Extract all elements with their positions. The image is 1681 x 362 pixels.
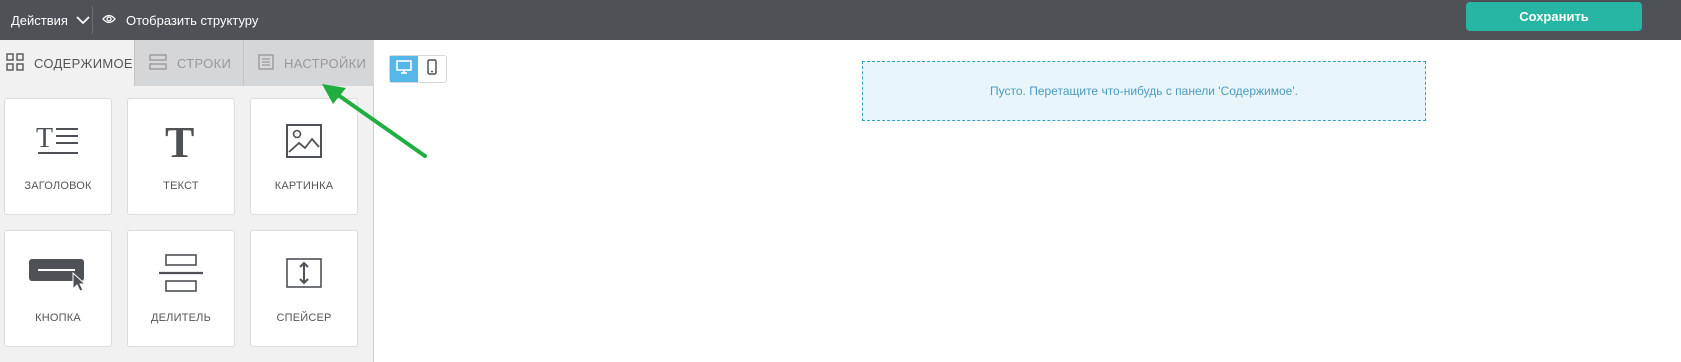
actions-label: Действия (11, 12, 68, 28)
content-tile-image[interactable]: КАРТИНКА (250, 98, 358, 215)
content-tile-button[interactable]: КНОПКА (4, 230, 112, 347)
tab-content[interactable]: СОДЕРЖИМОЕ (0, 40, 134, 86)
content-tile-text[interactable]: T ТЕКСТ (127, 98, 235, 215)
tab-rows[interactable]: СТРОКИ (134, 40, 243, 86)
content-sidebar: СОДЕРЖИМОЕ СТРОКИ НАСТРОЙКИ T ЗАГОЛОВОК … (0, 40, 374, 362)
tab-content-label: СОДЕРЖИМОЕ (34, 55, 133, 71)
empty-message: Пусто. Перетащите что-нибудь с панели 'С… (990, 84, 1298, 98)
show-structure-toggle[interactable]: Отобразить структуру (102, 9, 258, 31)
device-toggle (389, 55, 447, 83)
settings-icon (258, 53, 274, 73)
chevron-down-icon (76, 13, 90, 28)
tab-rows-label: СТРОКИ (177, 55, 232, 71)
tile-label: КАРТИНКА (274, 180, 334, 192)
tile-label: ТЕКСТ (163, 180, 199, 192)
image-icon (251, 121, 357, 161)
tile-label: СПЕЙСЕР (276, 312, 332, 324)
desktop-icon (396, 59, 412, 79)
content-tile-divider[interactable]: ДЕЛИТЕЛЬ (127, 230, 235, 347)
sidebar-tabs: СОДЕРЖИМОЕ СТРОКИ НАСТРОЙКИ (0, 40, 374, 86)
tab-settings[interactable]: НАСТРОЙКИ (243, 40, 374, 86)
divider-icon (128, 253, 234, 293)
tab-settings-label: НАСТРОЙКИ (284, 55, 367, 71)
save-button[interactable]: Сохранить (1466, 2, 1642, 31)
empty-dropzone[interactable]: Пусто. Перетащите что-нибудь с панели 'С… (862, 61, 1426, 121)
button-icon (5, 253, 111, 293)
grid-icon (6, 52, 24, 74)
svg-text:T: T (165, 121, 194, 161)
eye-icon (102, 13, 116, 28)
mobile-view-button[interactable] (418, 56, 446, 82)
tile-label: ЗАГОЛОВОК (24, 180, 92, 192)
desktop-view-button[interactable] (390, 56, 418, 82)
text-icon: T (128, 121, 234, 161)
show-structure-label: Отобразить структуру (126, 12, 259, 28)
tile-label: ДЕЛИТЕЛЬ (150, 312, 211, 324)
mobile-icon (427, 58, 437, 80)
top-toolbar: Действия Отобразить структуру Сохранить (0, 0, 1681, 40)
spacer-icon (251, 253, 357, 293)
tile-label: КНОПКА (35, 312, 81, 324)
rows-icon (149, 53, 167, 73)
content-tile-heading[interactable]: T ЗАГОЛОВОК (4, 98, 112, 215)
actions-menu[interactable]: Действия (11, 9, 90, 31)
toolbar-divider (92, 6, 93, 34)
heading-icon: T (5, 121, 111, 161)
svg-text:T: T (36, 123, 53, 154)
content-tile-spacer[interactable]: СПЕЙСЕР (250, 230, 358, 347)
